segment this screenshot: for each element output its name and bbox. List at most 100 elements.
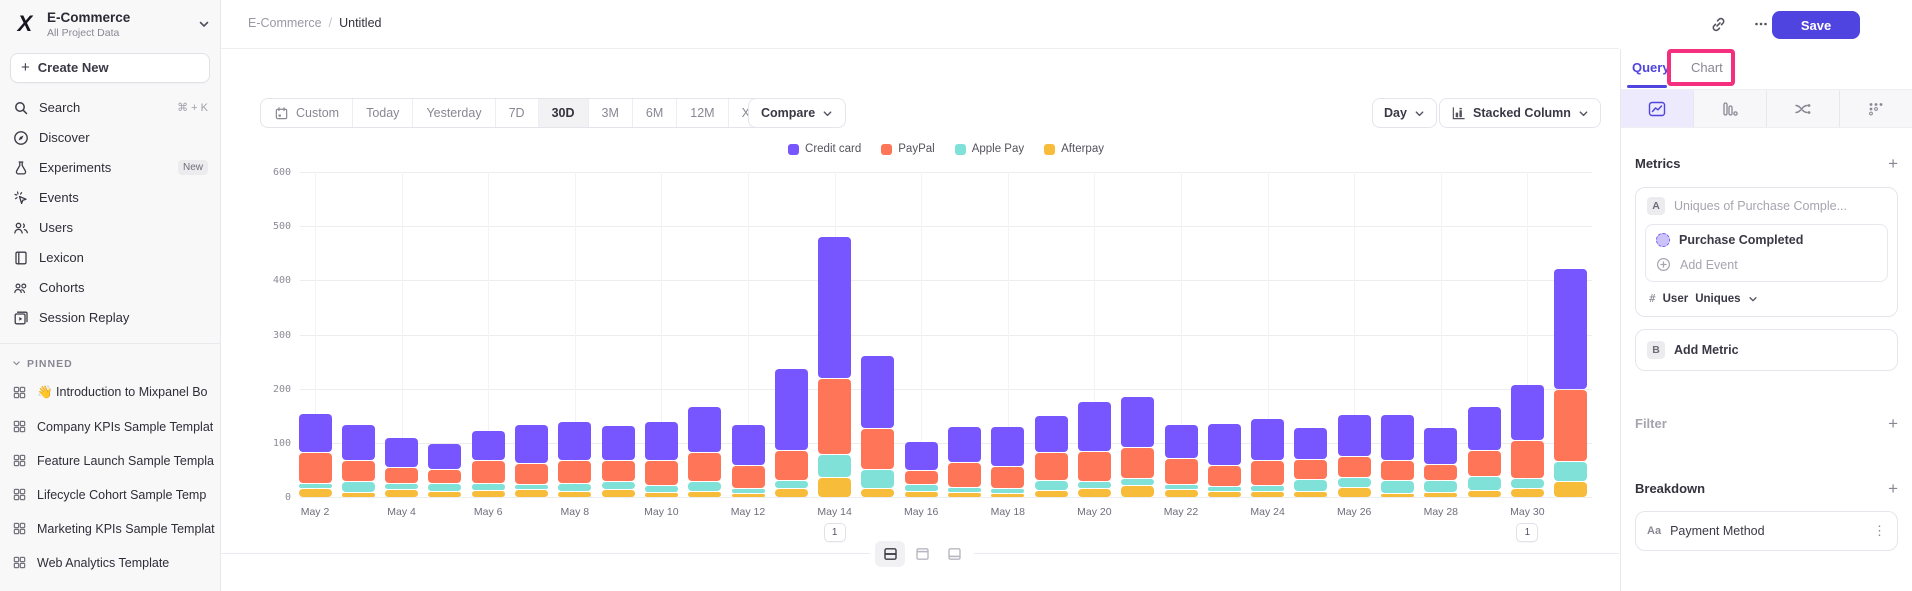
- bar-segment-apple-pay[interactable]: [472, 484, 505, 489]
- bar-segment-credit-card[interactable]: [342, 425, 375, 460]
- bar-segment-apple-pay[interactable]: [905, 485, 938, 490]
- range-7d-button[interactable]: 7D: [496, 99, 539, 127]
- bar-segment-credit-card[interactable]: [1035, 416, 1068, 452]
- sidebar-item-lexicon[interactable]: Lexicon: [0, 243, 220, 273]
- bar-segment-apple-pay[interactable]: [948, 488, 981, 492]
- sidebar-item-users[interactable]: Users: [0, 213, 220, 243]
- chart-bar-may-27[interactable]: [1381, 415, 1414, 497]
- bar-segment-afterpay[interactable]: [1468, 491, 1501, 497]
- chart-bar-may-21[interactable]: [1121, 397, 1154, 498]
- bar-segment-credit-card[interactable]: [905, 442, 938, 470]
- bar-segment-credit-card[interactable]: [775, 369, 808, 449]
- bar-segment-paypal[interactable]: [645, 461, 678, 485]
- bar-segment-afterpay[interactable]: [645, 493, 678, 497]
- bar-segment-credit-card[interactable]: [1165, 425, 1198, 458]
- chart-bar-may-13[interactable]: [775, 369, 808, 497]
- tab-flows[interactable]: [1767, 90, 1840, 127]
- granularity-dropdown[interactable]: Day: [1372, 98, 1437, 128]
- bar-segment-paypal[interactable]: [948, 463, 981, 487]
- bar-segment-afterpay[interactable]: [602, 490, 635, 497]
- count-type-row[interactable]: # User Uniques: [1636, 282, 1897, 316]
- bar-segment-afterpay[interactable]: [1294, 492, 1327, 497]
- bar-segment-paypal[interactable]: [428, 470, 461, 483]
- annotation-badge-may-30[interactable]: 1: [1516, 523, 1538, 542]
- chart-bar-may-10[interactable]: [645, 422, 678, 497]
- pinned-item-feature-launch-sample-templa[interactable]: Feature Launch Sample Templa: [0, 444, 220, 478]
- add-event-row[interactable]: Add Event: [1646, 255, 1887, 281]
- bar-segment-credit-card[interactable]: [515, 425, 548, 463]
- bar-segment-apple-pay[interactable]: [428, 484, 461, 491]
- chart-bar-may-8[interactable]: [558, 422, 591, 497]
- bar-segment-paypal[interactable]: [558, 461, 591, 483]
- bar-segment-paypal[interactable]: [1078, 452, 1111, 481]
- bar-segment-apple-pay[interactable]: [385, 484, 418, 489]
- pinned-section-header[interactable]: PINNED: [0, 352, 220, 376]
- range-3m-button[interactable]: 3M: [589, 99, 633, 127]
- breakdown-card[interactable]: Aa Payment Method ⋮: [1635, 511, 1898, 551]
- chart-type-dropdown[interactable]: Stacked Column: [1439, 98, 1601, 128]
- bar-segment-credit-card[interactable]: [1424, 428, 1457, 463]
- chart-bar-may-17[interactable]: [948, 427, 981, 497]
- bar-segment-credit-card[interactable]: [1208, 424, 1241, 465]
- bar-segment-paypal[interactable]: [1338, 457, 1371, 478]
- compare-button[interactable]: Compare: [748, 98, 846, 128]
- chart-bar-may-12[interactable]: [732, 425, 765, 497]
- bar-segment-paypal[interactable]: [775, 451, 808, 481]
- chart-bar-may-15[interactable]: [861, 356, 894, 497]
- range-12m-button[interactable]: 12M: [677, 99, 728, 127]
- pinned-item-marketing-kpis-sample-templat[interactable]: Marketing KPIs Sample Templat: [0, 512, 220, 546]
- add-breakdown-button[interactable]: +: [1888, 480, 1898, 497]
- bar-segment-afterpay[interactable]: [515, 490, 548, 497]
- chart-bar-may-2[interactable]: [299, 414, 332, 497]
- bar-segment-credit-card[interactable]: [991, 427, 1024, 466]
- bar-segment-afterpay[interactable]: [1035, 491, 1068, 498]
- metric-card-b[interactable]: B Add Metric: [1635, 329, 1898, 371]
- bar-segment-apple-pay[interactable]: [1381, 481, 1414, 493]
- range-6m-button[interactable]: 6M: [633, 99, 677, 127]
- project-switcher[interactable]: X E-Commerce All Project Data: [0, 0, 220, 45]
- chart-bar-may-24[interactable]: [1251, 419, 1284, 497]
- bar-segment-apple-pay[interactable]: [1424, 481, 1457, 492]
- bar-segment-apple-pay[interactable]: [1035, 481, 1068, 489]
- bar-segment-credit-card[interactable]: [1251, 419, 1284, 460]
- chart-bar-may-11[interactable]: [688, 407, 721, 497]
- bar-segment-apple-pay[interactable]: [558, 484, 591, 491]
- range-custom-button[interactable]: Custom: [261, 99, 353, 127]
- annotation-badge-may-14[interactable]: 1: [824, 523, 846, 542]
- bar-segment-apple-pay[interactable]: [1208, 487, 1241, 490]
- bar-segment-paypal[interactable]: [1554, 390, 1587, 461]
- bar-segment-afterpay[interactable]: [1338, 488, 1371, 497]
- chart-bar-may-7[interactable]: [515, 425, 548, 497]
- bar-segment-paypal[interactable]: [472, 461, 505, 483]
- range-today-button[interactable]: Today: [353, 99, 413, 127]
- breadcrumb-project[interactable]: E-Commerce: [248, 16, 322, 30]
- bar-segment-apple-pay[interactable]: [1121, 479, 1154, 486]
- bar-segment-credit-card[interactable]: [861, 356, 894, 429]
- bar-segment-apple-pay[interactable]: [818, 455, 851, 477]
- bar-segment-afterpay[interactable]: [1424, 493, 1457, 497]
- tab-funnels[interactable]: [1694, 90, 1767, 127]
- bar-segment-credit-card[interactable]: [299, 414, 332, 452]
- bar-segment-paypal[interactable]: [342, 461, 375, 481]
- bar-segment-afterpay[interactable]: [428, 492, 461, 497]
- breadcrumb-current[interactable]: Untitled: [339, 16, 381, 30]
- bar-segment-paypal[interactable]: [1294, 460, 1327, 478]
- bar-segment-afterpay[interactable]: [688, 492, 721, 497]
- pinned-item-introduction-to-mixpanel-bo[interactable]: 👋 Introduction to Mixpanel Bo: [0, 376, 220, 410]
- bar-segment-apple-pay[interactable]: [645, 486, 678, 491]
- bar-segment-afterpay[interactable]: [385, 490, 418, 497]
- bar-segment-paypal[interactable]: [1424, 465, 1457, 480]
- bar-segment-afterpay[interactable]: [1511, 489, 1544, 497]
- sidebar-item-search[interactable]: Search⌘ + K: [0, 93, 220, 123]
- bar-segment-afterpay[interactable]: [1165, 490, 1198, 497]
- bar-segment-paypal[interactable]: [515, 464, 548, 484]
- chart-bar-may-25[interactable]: [1294, 428, 1327, 497]
- legend-item-paypal[interactable]: PayPal: [881, 143, 934, 155]
- bar-segment-apple-pay[interactable]: [1294, 480, 1327, 491]
- chart-bar-may-14[interactable]: [818, 237, 851, 497]
- chart-bar-may-29[interactable]: [1468, 407, 1501, 497]
- bar-segment-paypal[interactable]: [299, 453, 332, 483]
- bar-segment-apple-pay[interactable]: [991, 489, 1024, 493]
- bar-segment-afterpay[interactable]: [299, 489, 332, 497]
- bar-segment-paypal[interactable]: [905, 471, 938, 485]
